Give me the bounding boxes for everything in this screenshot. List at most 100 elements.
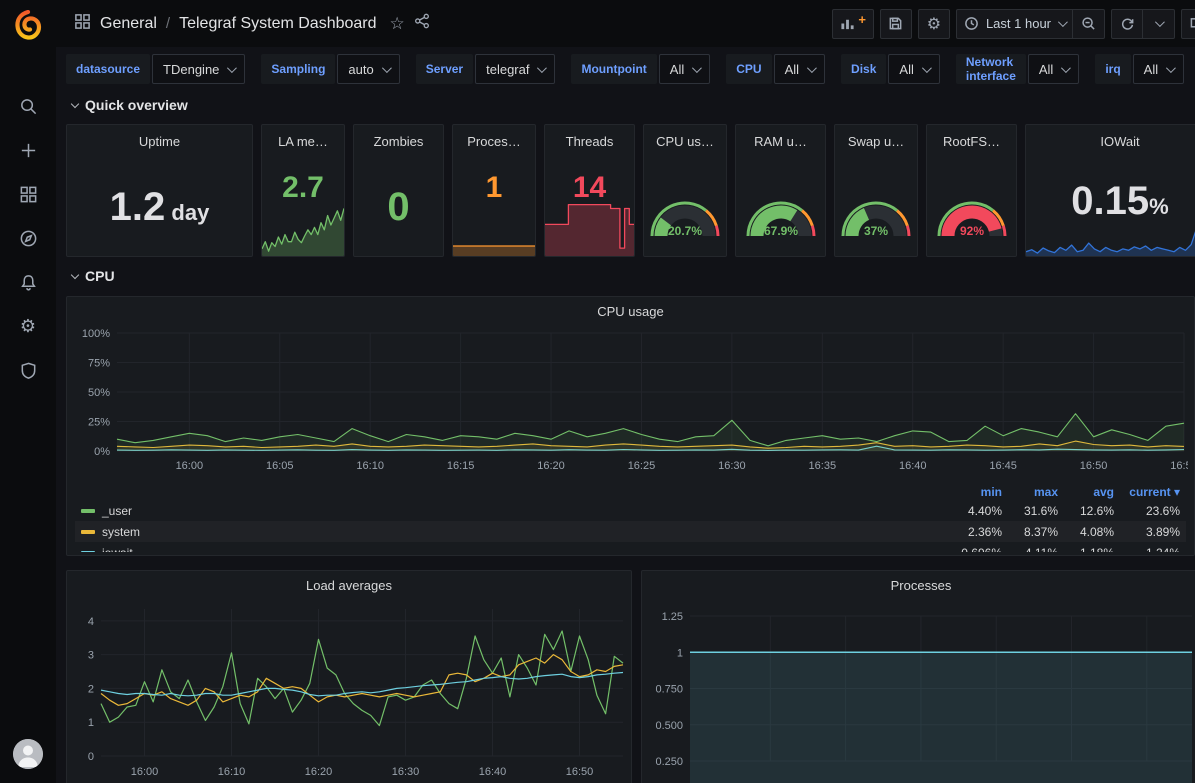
processes-panel: Processes 0.2500.5000.75011.25 — [641, 570, 1195, 783]
section-quick-overview[interactable]: Quick overview — [72, 97, 188, 113]
processes-chart[interactable]: 0.2500.5000.75011.25 — [650, 597, 1194, 783]
stat-panel-title[interactable]: CPU us… — [644, 125, 726, 151]
filter-network-interface: Network interfaceAll — [956, 54, 1079, 84]
section-cpu[interactable]: CPU — [72, 268, 115, 284]
zoom-out-time-button[interactable] — [1073, 9, 1105, 39]
grafana-app: ⚙ General / Telegraf System Dashboard ☆ … — [0, 0, 1195, 783]
legend-value-avg: 12.6% — [1058, 504, 1114, 518]
legend-value-max: 4.11% — [1002, 546, 1058, 553]
cpu-usage-chart[interactable]: 0%25%50%75%100%16:0016:0516:1016:1516:20… — [75, 323, 1188, 475]
filter-label: datasource — [66, 54, 150, 84]
stat-panel-title[interactable]: Threads — [545, 125, 634, 151]
stat-panel-title[interactable]: IOWait — [1026, 125, 1195, 151]
refresh-icon — [1120, 16, 1135, 31]
cpu-usage-panel: CPU usage 0%25%50%75%100%16:0016:0516:10… — [66, 296, 1195, 556]
legend-value-max: 8.37% — [1002, 525, 1058, 539]
filter-value-dropdown[interactable]: auto — [337, 54, 399, 84]
legend-series-name: iowait — [102, 546, 133, 553]
filter-value-dropdown[interactable]: telegraf — [475, 54, 555, 84]
share-icon[interactable] — [414, 13, 430, 34]
legend-column-avg[interactable]: avg — [1058, 485, 1114, 499]
breadcrumb-dashboard-title[interactable]: Telegraf System Dashboard — [179, 15, 376, 33]
stat-panel-title[interactable]: Proces… — [453, 125, 535, 151]
stat-panel-title[interactable]: Zombies — [354, 125, 443, 151]
svg-text:16:25: 16:25 — [628, 460, 656, 472]
gauge-20.7%: 20.7% — [647, 192, 723, 242]
user-avatar[interactable] — [13, 739, 43, 769]
stat-panel-title[interactable]: Swap u… — [835, 125, 917, 151]
filter-value-dropdown[interactable]: All — [774, 54, 825, 84]
filter-value-dropdown[interactable]: TDengine — [152, 54, 245, 84]
legend-color-swatch — [81, 530, 95, 534]
stat-panel-ram-u-: RAM u…67.9% — [735, 124, 826, 257]
filter-disk: DiskAll — [841, 54, 940, 84]
legend-clipped-row-container: iowait0.696%4.11%1.18%1.24% — [75, 542, 1186, 552]
chevron-down-icon — [537, 63, 547, 73]
section-collapse-icon — [71, 99, 79, 107]
panel-title[interactable]: Processes — [642, 571, 1195, 597]
create-plus-icon[interactable] — [17, 139, 39, 161]
explore-compass-icon[interactable] — [17, 227, 39, 249]
legend-series-toggle[interactable]: _user — [81, 504, 944, 518]
star-icon[interactable]: ☆ — [390, 14, 405, 34]
configuration-gear-icon[interactable]: ⚙ — [17, 315, 39, 337]
grafana-logo-icon[interactable] — [13, 10, 43, 40]
stat-panel-title[interactable]: Uptime — [67, 125, 252, 151]
filter-irq: irqAll — [1095, 54, 1184, 84]
panel-title[interactable]: CPU usage — [67, 297, 1194, 323]
filter-label: Sampling — [261, 54, 335, 84]
load-averages-chart[interactable]: 0123416:0016:1016:2016:3016:4016:50 — [75, 597, 625, 783]
add-panel-plus-icon: + — [858, 12, 866, 27]
server-admin-shield-icon[interactable] — [17, 359, 39, 381]
legend-series-name: system — [102, 525, 140, 539]
refresh-button[interactable] — [1111, 9, 1143, 39]
svg-text:50%: 50% — [88, 387, 110, 399]
legend-series-toggle[interactable]: system — [81, 525, 944, 539]
load-averages-panel: Load averages 0123416:0016:1016:2016:301… — [66, 570, 632, 783]
filter-value-text: All — [670, 62, 684, 77]
zoom-out-icon — [1081, 16, 1096, 31]
legend-column-max[interactable]: max — [1002, 485, 1058, 499]
filter-label: irq — [1095, 54, 1130, 84]
dashboard-grid-icon[interactable] — [74, 13, 91, 35]
alerting-bell-icon[interactable] — [17, 271, 39, 293]
refresh-interval-button[interactable] — [1143, 9, 1175, 39]
legend-value-avg: 1.18% — [1058, 546, 1114, 553]
legend-series-toggle[interactable]: iowait — [81, 546, 944, 553]
save-dashboard-button[interactable] — [880, 9, 912, 39]
filter-value-dropdown[interactable]: All — [888, 54, 939, 84]
svg-text:0.250: 0.250 — [655, 756, 683, 768]
chevron-down-icon — [807, 63, 817, 73]
legend-column-current[interactable]: current ▾ — [1114, 485, 1180, 499]
top-nav: General / Telegraf System Dashboard ☆ + … — [56, 0, 1195, 47]
filter-value-dropdown[interactable]: All — [1133, 54, 1184, 84]
dashboard-settings-button[interactable]: ⚙ — [918, 9, 950, 39]
legend-column-min[interactable]: min — [944, 485, 1002, 499]
filter-label: Network interface — [956, 54, 1026, 84]
breadcrumb-section[interactable]: General — [100, 15, 157, 33]
filter-datasource: datasourceTDengine — [66, 54, 245, 84]
filter-value-dropdown[interactable]: All — [659, 54, 710, 84]
svg-text:25%: 25% — [88, 417, 110, 429]
time-range-button[interactable]: Last 1 hour — [956, 9, 1073, 39]
breadcrumb-separator: / — [166, 15, 170, 32]
svg-text:16:50: 16:50 — [1080, 460, 1108, 472]
chevron-down-icon — [1155, 17, 1165, 27]
filter-cpu: CPUAll — [726, 54, 825, 84]
panel-title[interactable]: Load averages — [67, 571, 631, 597]
refresh-group — [1111, 9, 1175, 39]
filter-value-text: All — [785, 62, 799, 77]
search-icon[interactable] — [17, 95, 39, 117]
filter-value-dropdown[interactable]: All — [1028, 54, 1079, 84]
add-panel-button[interactable]: + — [832, 9, 874, 39]
stat-panel-title[interactable]: RAM u… — [736, 125, 825, 151]
dashboards-icon[interactable] — [17, 183, 39, 205]
svg-text:16:45: 16:45 — [989, 460, 1017, 472]
stat-value: 2.7 — [262, 173, 344, 203]
section-collapse-icon — [71, 270, 79, 278]
tv-mode-button[interactable] — [1181, 9, 1195, 39]
stat-panel-title[interactable]: LA me… — [262, 125, 344, 151]
stat-panel-threads: Threads14 — [544, 124, 635, 257]
stat-panel-cpu-us-: CPU us… 20.7% — [643, 124, 727, 257]
stat-panel-title[interactable]: RootFS… — [927, 125, 1016, 151]
